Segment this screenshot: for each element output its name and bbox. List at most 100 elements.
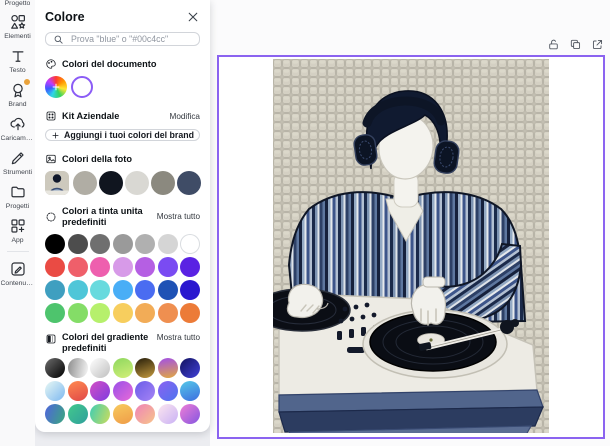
color-search-box[interactable] bbox=[45, 32, 200, 46]
gradient-swatch[interactable] bbox=[67, 404, 88, 425]
gradient-swatch[interactable] bbox=[112, 358, 133, 379]
color-swatch[interactable] bbox=[112, 279, 133, 300]
color-swatch[interactable] bbox=[180, 256, 200, 277]
document-color-swatch[interactable] bbox=[71, 76, 93, 98]
uploads-icon bbox=[9, 115, 27, 133]
section-photo-colors: Colori della foto bbox=[45, 153, 200, 165]
show-all-gradient-link[interactable]: Mostra tutto bbox=[157, 333, 200, 342]
color-swatch[interactable] bbox=[151, 171, 175, 195]
gradient-swatch[interactable] bbox=[112, 404, 133, 425]
color-swatch[interactable] bbox=[67, 279, 88, 300]
add-color-button[interactable] bbox=[45, 76, 67, 98]
sidebar-item-app[interactable]: App bbox=[0, 217, 35, 244]
close-icon[interactable] bbox=[186, 10, 200, 24]
color-swatch[interactable] bbox=[180, 279, 200, 300]
gradient-swatch[interactable] bbox=[180, 404, 200, 425]
sidebar-item-label: Caricamenti bbox=[0, 135, 35, 142]
sidebar-item-brand[interactable]: Brand bbox=[0, 78, 35, 108]
gradient-swatch[interactable] bbox=[90, 381, 110, 402]
color-search-input[interactable] bbox=[69, 33, 192, 45]
sidebar-item-elementi[interactable]: Elementi bbox=[0, 13, 35, 40]
sidebar-item-label: Contenuti … bbox=[0, 280, 35, 287]
export-icon[interactable] bbox=[591, 38, 604, 51]
color-swatch[interactable] bbox=[177, 171, 201, 195]
gradient-swatch[interactable] bbox=[45, 381, 65, 402]
panel-title: Colore bbox=[45, 10, 85, 24]
tools-icon bbox=[9, 149, 27, 167]
color-swatch[interactable] bbox=[67, 256, 88, 277]
edit-brand-kit-link[interactable]: Modifica bbox=[170, 112, 201, 121]
section-solid-colors: Colori a tinta unita predefiniti Mostra … bbox=[45, 206, 200, 228]
color-swatch[interactable] bbox=[135, 256, 155, 277]
color-swatch[interactable] bbox=[180, 233, 200, 254]
sidebar-item-contenuti[interactable]: Contenuti … bbox=[0, 260, 35, 287]
solid-colors-grid bbox=[45, 233, 200, 323]
sidebar-item-label: Progetti bbox=[5, 203, 30, 210]
gradient-swatch[interactable] bbox=[157, 358, 178, 379]
color-swatch[interactable] bbox=[157, 256, 178, 277]
sidebar-item-progetto[interactable]: Progetto bbox=[0, 0, 35, 7]
gradient-swatch[interactable] bbox=[67, 358, 88, 379]
color-swatch[interactable] bbox=[135, 302, 155, 323]
gradient-swatch[interactable] bbox=[90, 404, 110, 425]
color-swatch[interactable] bbox=[135, 233, 155, 254]
color-swatch[interactable] bbox=[112, 302, 133, 323]
sidebar-item-label: Elementi bbox=[4, 33, 31, 40]
gradient-swatch[interactable] bbox=[45, 358, 65, 379]
show-all-solid-link[interactable]: Mostra tutto bbox=[157, 212, 200, 221]
color-swatch[interactable] bbox=[67, 233, 88, 254]
sidebar-item-caricamenti[interactable]: Caricamenti bbox=[0, 115, 35, 142]
photo-icon bbox=[46, 154, 56, 164]
gradient-swatch[interactable] bbox=[180, 381, 200, 402]
color-swatch[interactable] bbox=[157, 302, 178, 323]
color-swatch[interactable] bbox=[125, 171, 149, 195]
color-swatch[interactable] bbox=[135, 279, 155, 300]
sidebar-item-progetti[interactable]: Progetti bbox=[0, 183, 35, 210]
color-wheel-icon bbox=[46, 212, 56, 222]
sidebar-item-label: Testo bbox=[9, 67, 26, 74]
color-panel: Colore Colori del documento Kit Aziendal… bbox=[35, 0, 210, 432]
gradient-swatch[interactable] bbox=[157, 381, 178, 402]
gradient-swatch[interactable] bbox=[135, 358, 155, 379]
section-title: Colori a tinta unita predefiniti bbox=[62, 206, 143, 227]
gradient-swatch[interactable] bbox=[112, 381, 133, 402]
gradient-swatch[interactable] bbox=[180, 358, 200, 379]
color-swatch[interactable] bbox=[90, 233, 110, 254]
gradient-swatch[interactable] bbox=[157, 404, 178, 425]
color-swatch[interactable] bbox=[67, 302, 88, 323]
gradient-swatch[interactable] bbox=[135, 404, 155, 425]
add-brand-colors-button[interactable]: Aggiungi i tuoi colori del brand bbox=[45, 129, 200, 141]
lock-icon[interactable] bbox=[547, 38, 560, 51]
color-swatch[interactable] bbox=[45, 302, 65, 323]
sidebar-item-label: App bbox=[11, 237, 24, 244]
color-swatch[interactable] bbox=[90, 279, 110, 300]
color-swatch[interactable] bbox=[45, 256, 65, 277]
gradient-swatch[interactable] bbox=[135, 381, 155, 402]
sidebar-item-strumenti[interactable]: Strumenti bbox=[0, 149, 35, 176]
photo-source-thumbnail[interactable] bbox=[45, 171, 69, 195]
color-swatch[interactable] bbox=[157, 233, 178, 254]
color-swatch[interactable] bbox=[90, 302, 110, 323]
color-swatch[interactable] bbox=[73, 171, 97, 195]
color-swatch[interactable] bbox=[99, 171, 123, 195]
gradient-swatch[interactable] bbox=[45, 404, 65, 425]
color-swatch[interactable] bbox=[180, 302, 200, 323]
section-title: Colori della foto bbox=[62, 153, 132, 164]
color-swatch[interactable] bbox=[90, 256, 110, 277]
color-swatch[interactable] bbox=[157, 279, 178, 300]
gradient-swatch[interactable] bbox=[67, 381, 88, 402]
add-color-icon bbox=[45, 76, 67, 98]
duplicate-icon[interactable] bbox=[569, 38, 582, 51]
design-page[interactable] bbox=[217, 55, 605, 439]
gradient-swatch[interactable] bbox=[90, 358, 110, 379]
color-swatch[interactable] bbox=[112, 233, 133, 254]
app-sidebar: Progetto Elementi Testo Brand Caricament… bbox=[0, 0, 35, 446]
dj-quilt-artwork[interactable] bbox=[273, 59, 549, 433]
sidebar-item-testo[interactable]: Testo bbox=[0, 47, 35, 74]
sidebar-divider bbox=[6, 251, 29, 252]
color-swatch[interactable] bbox=[45, 233, 65, 254]
color-swatch[interactable] bbox=[45, 279, 65, 300]
gradient-icon bbox=[46, 334, 56, 344]
color-swatch[interactable] bbox=[112, 256, 133, 277]
search-icon bbox=[54, 35, 63, 44]
